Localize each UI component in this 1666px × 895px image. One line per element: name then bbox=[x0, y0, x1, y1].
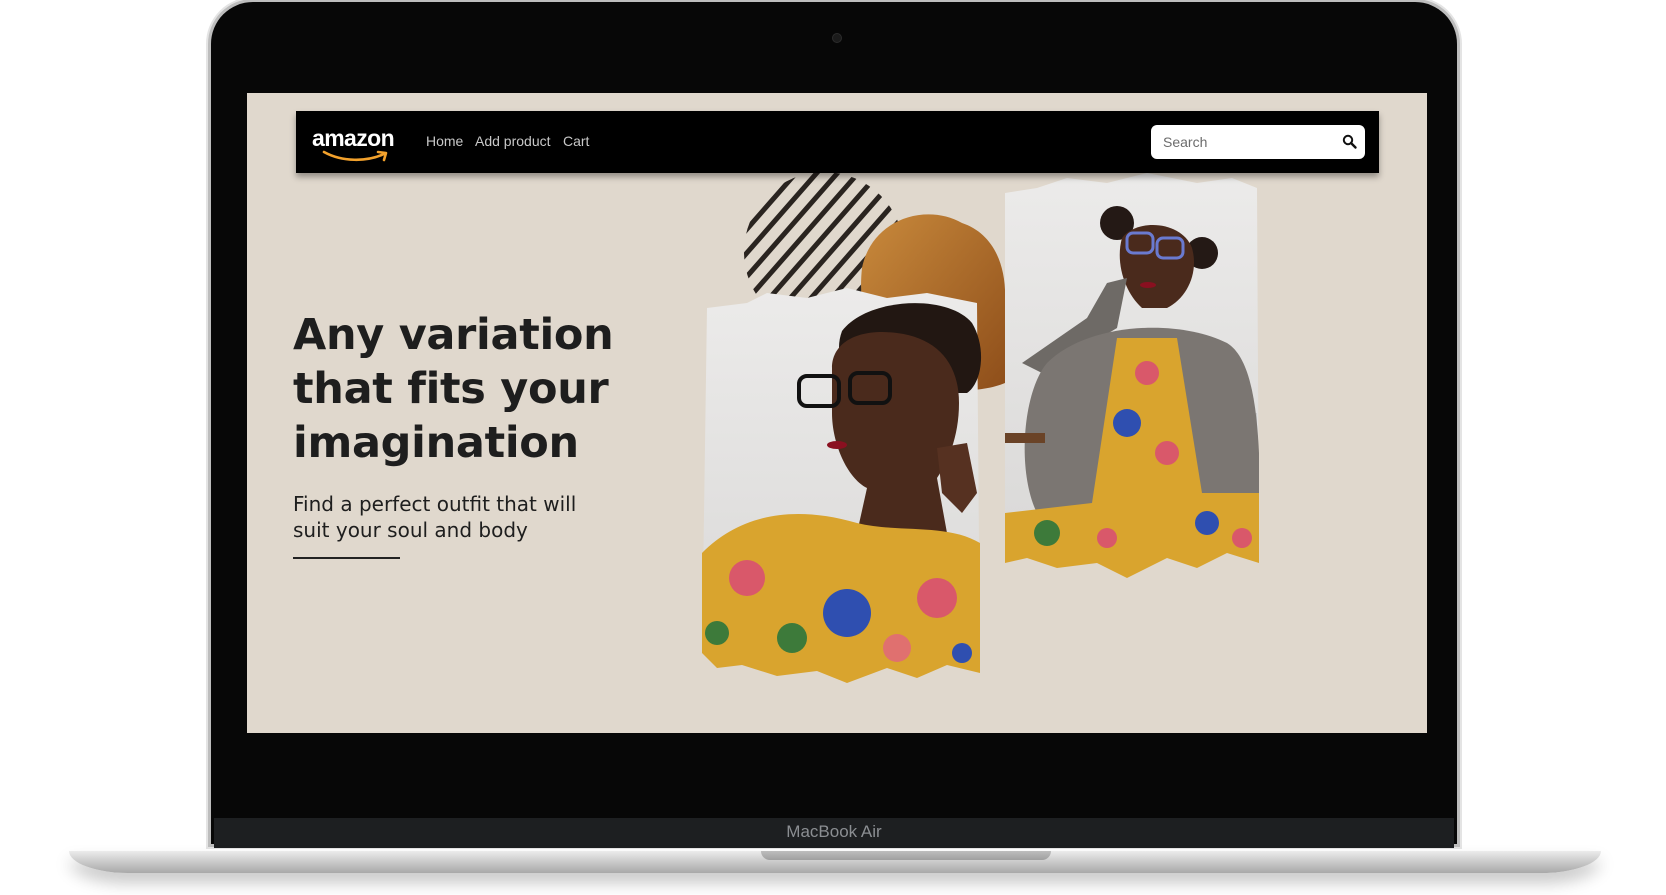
hero-underline-divider bbox=[293, 557, 400, 559]
amazon-smile-icon bbox=[322, 150, 388, 162]
headline-line-1: Any variation bbox=[293, 310, 614, 360]
device-label: MacBook Air bbox=[786, 822, 882, 841]
nav-link-add-product[interactable]: Add product bbox=[475, 133, 551, 149]
amazon-logo[interactable]: amazon bbox=[312, 125, 402, 162]
model-photo-left bbox=[702, 288, 982, 683]
webcam bbox=[832, 33, 842, 43]
search-icon[interactable] bbox=[1341, 133, 1359, 151]
nav-link-home[interactable]: Home bbox=[426, 133, 463, 149]
screen: amazon Home Add product Cart Any variati… bbox=[247, 93, 1427, 733]
hero-subheading: Find a perfect outfit that will suit you… bbox=[293, 492, 577, 542]
hero-headline: Any variation that fits your imagination bbox=[293, 308, 653, 470]
headline-line-3: imagination bbox=[293, 418, 579, 468]
laptop-base bbox=[69, 851, 1601, 873]
laptop-base-notch bbox=[761, 851, 1051, 860]
nav-link-cart[interactable]: Cart bbox=[563, 133, 589, 149]
navbar: amazon Home Add product Cart bbox=[296, 111, 1379, 173]
search-box bbox=[1151, 125, 1365, 159]
model-photo-right bbox=[1005, 173, 1259, 578]
search-input[interactable] bbox=[1159, 125, 1347, 159]
headline-line-2: that fits your bbox=[293, 364, 609, 414]
laptop-chin: MacBook Air bbox=[214, 818, 1454, 848]
brand-wordmark: amazon bbox=[312, 125, 395, 151]
